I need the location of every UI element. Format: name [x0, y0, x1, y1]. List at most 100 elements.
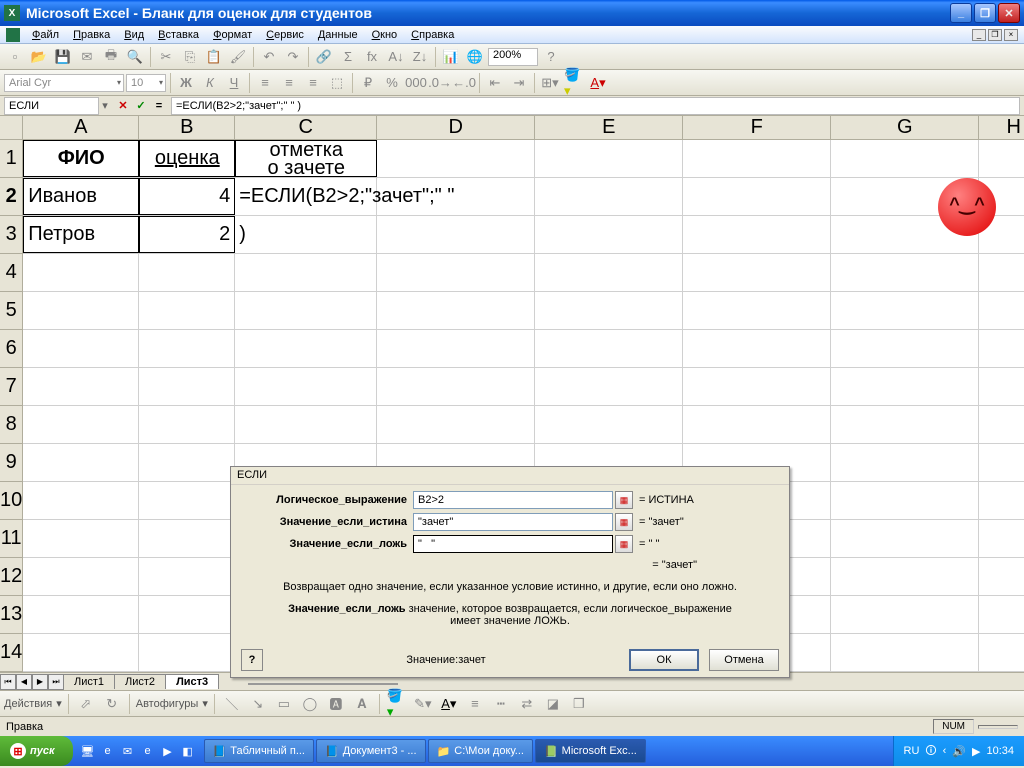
- italic-button[interactable]: К: [199, 72, 221, 94]
- cell-A11[interactable]: [23, 520, 139, 557]
- cell-G8[interactable]: [831, 406, 979, 443]
- sheet-tab-Лист1[interactable]: Лист1: [63, 674, 115, 689]
- row-header-3[interactable]: 3: [0, 216, 22, 254]
- line-color[interactable]: ✎▾: [412, 693, 434, 715]
- dec-decimal[interactable]: ←.0: [453, 72, 475, 94]
- cell-E1[interactable]: [535, 140, 683, 177]
- tray-vol[interactable]: 🔊: [952, 745, 966, 758]
- cell-E4[interactable]: [535, 254, 683, 291]
- bold-button[interactable]: Ж: [175, 72, 197, 94]
- cell-C3[interactable]: ): [235, 216, 377, 253]
- percent-button[interactable]: %: [381, 72, 403, 94]
- sort-desc[interactable]: Z↓: [409, 46, 431, 68]
- cell-B4[interactable]: [139, 254, 235, 291]
- cell-C2[interactable]: =ЕСЛИ(B2>2;"зачет";" ": [235, 178, 377, 215]
- tab-next[interactable]: ▶: [32, 674, 48, 690]
- cell-F1[interactable]: [683, 140, 831, 177]
- cell-G6[interactable]: [831, 330, 979, 367]
- formula-input[interactable]: =ЕСЛИ(B2>2;"зачет";" " ): [171, 97, 1020, 115]
- currency-button[interactable]: ₽: [357, 72, 379, 94]
- open-button[interactable]: 📂: [28, 46, 50, 68]
- font-color-draw[interactable]: A▾: [438, 693, 460, 715]
- arrow-style[interactable]: ⇄: [516, 693, 538, 715]
- oval-tool[interactable]: ◯: [299, 693, 321, 715]
- menu-Справка[interactable]: Справка: [405, 28, 460, 42]
- arg2-input[interactable]: [413, 513, 613, 531]
- align-right[interactable]: ≡: [302, 72, 324, 94]
- sheet-tab-Лист3[interactable]: Лист3: [165, 674, 219, 689]
- task-item[interactable]: 📘Документ3 - ...: [316, 739, 426, 763]
- link-button[interactable]: 🔗: [313, 46, 335, 68]
- mdi-restore[interactable]: ❐: [988, 29, 1002, 41]
- row-header-8[interactable]: 8: [0, 406, 22, 444]
- cell-E8[interactable]: [535, 406, 683, 443]
- sum-button[interactable]: Σ: [337, 46, 359, 68]
- tab-last[interactable]: ⏭: [48, 674, 64, 690]
- col-header-E[interactable]: E: [535, 116, 683, 139]
- col-header-C[interactable]: C: [235, 116, 377, 139]
- cell-G4[interactable]: [831, 254, 979, 291]
- cell-D4[interactable]: [377, 254, 535, 291]
- cell-B5[interactable]: [139, 292, 235, 329]
- cell-A3[interactable]: Петров: [23, 216, 139, 253]
- tray-chevron[interactable]: ‹: [943, 745, 947, 757]
- cell-E2[interactable]: [535, 178, 683, 215]
- align-left[interactable]: ≡: [254, 72, 276, 94]
- select-all[interactable]: [0, 116, 22, 140]
- help-button[interactable]: ?: [540, 46, 562, 68]
- col-header-H[interactable]: H: [979, 116, 1024, 139]
- textbox-tool[interactable]: 🅰: [325, 693, 347, 715]
- arrow-tool[interactable]: ↘: [247, 693, 269, 715]
- cell-H4[interactable]: [979, 254, 1024, 291]
- tray-app[interactable]: ▶: [972, 745, 980, 758]
- row-header-7[interactable]: 7: [0, 368, 22, 406]
- dialog-help-button[interactable]: ?: [241, 649, 263, 671]
- cell-C5[interactable]: [235, 292, 377, 329]
- undo-button[interactable]: ↶: [258, 46, 280, 68]
- menu-Файл[interactable]: Файл: [26, 28, 65, 42]
- cell-G11[interactable]: [831, 520, 979, 557]
- col-header-G[interactable]: G: [831, 116, 979, 139]
- cell-G12[interactable]: [831, 558, 979, 595]
- zoom-combo[interactable]: 200%: [488, 48, 538, 66]
- row-header-12[interactable]: 12: [0, 558, 22, 596]
- cell-D1[interactable]: [377, 140, 535, 177]
- cell-F8[interactable]: [683, 406, 831, 443]
- autoshapes-menu[interactable]: Автофигуры: [136, 698, 199, 710]
- cell-H9[interactable]: [979, 444, 1024, 481]
- cell-H1[interactable]: [979, 140, 1024, 177]
- chart-button[interactable]: 📊: [440, 46, 462, 68]
- sheet-tab-Лист2[interactable]: Лист2: [114, 674, 166, 689]
- wordart[interactable]: 𝐀: [351, 693, 373, 715]
- cell-A7[interactable]: [23, 368, 139, 405]
- cell-D7[interactable]: [377, 368, 535, 405]
- cell-B10[interactable]: [139, 482, 235, 519]
- arg3-input[interactable]: [413, 535, 613, 553]
- row-header-1[interactable]: 1: [0, 140, 22, 178]
- select-objects[interactable]: ⬀: [75, 693, 97, 715]
- cell-H13[interactable]: [979, 596, 1024, 633]
- cell-B1[interactable]: оценка: [139, 140, 235, 177]
- cell-D6[interactable]: [377, 330, 535, 367]
- fill-color[interactable]: 🪣▾: [563, 72, 585, 94]
- tab-prev[interactable]: ◀: [16, 674, 32, 690]
- cell-G9[interactable]: [831, 444, 979, 481]
- ok-button[interactable]: ОК: [629, 649, 699, 671]
- row-header-6[interactable]: 6: [0, 330, 22, 368]
- cell-F3[interactable]: [683, 216, 831, 253]
- cell-C1[interactable]: отметкао зачете: [235, 140, 377, 177]
- mdi-minimize[interactable]: _: [972, 29, 986, 41]
- dash-style[interactable]: ┅: [490, 693, 512, 715]
- cell-D8[interactable]: [377, 406, 535, 443]
- cell-G7[interactable]: [831, 368, 979, 405]
- cell-H7[interactable]: [979, 368, 1024, 405]
- tray-icon[interactable]: 🛈: [925, 742, 936, 761]
- cell-B7[interactable]: [139, 368, 235, 405]
- cell-G10[interactable]: [831, 482, 979, 519]
- merge-button[interactable]: ⬚: [326, 72, 348, 94]
- menu-Вставка[interactable]: Вставка: [152, 28, 205, 42]
- cell-C6[interactable]: [235, 330, 377, 367]
- cell-A6[interactable]: [23, 330, 139, 367]
- arg2-ref-button[interactable]: ▦: [615, 513, 633, 531]
- cell-C4[interactable]: [235, 254, 377, 291]
